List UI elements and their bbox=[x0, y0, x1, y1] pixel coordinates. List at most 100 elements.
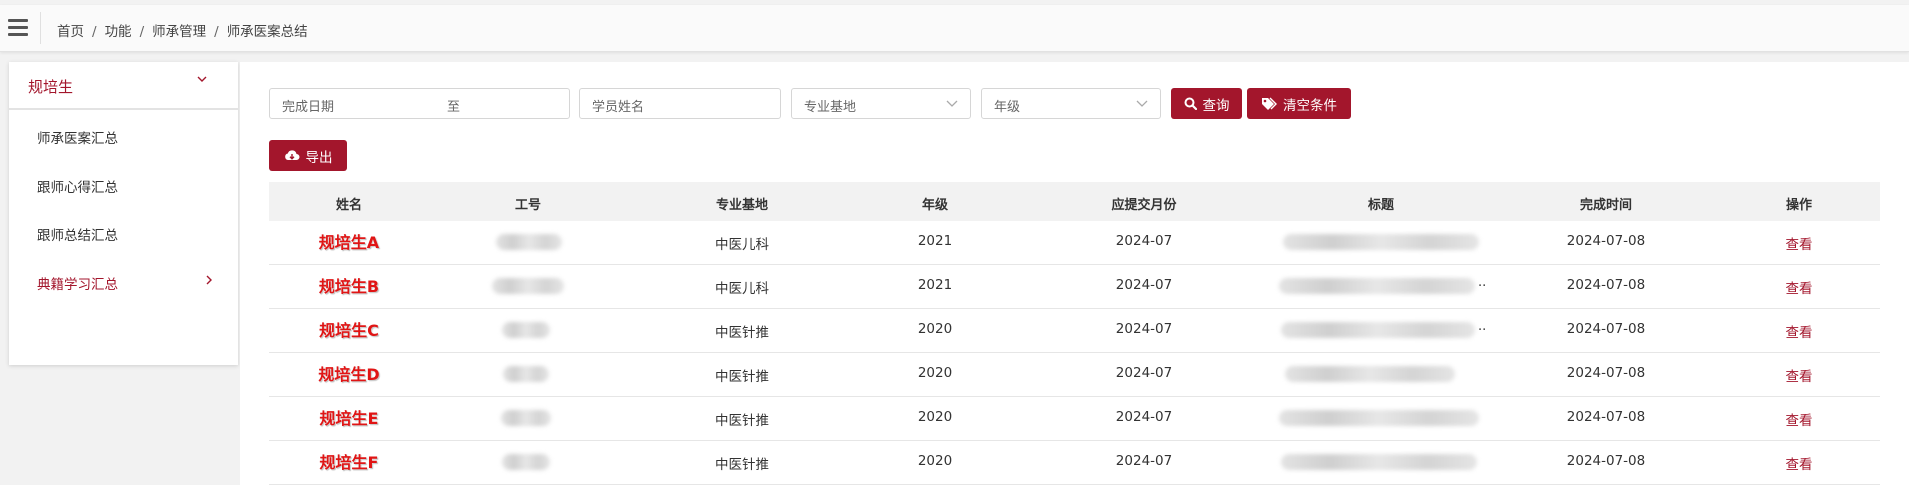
sidebar-item-label: 跟师心得汇总 bbox=[37, 180, 118, 196]
table-row: 规培生F 中医针推 2020 2024-07 2024-07-08 查看 bbox=[269, 441, 1880, 485]
sidebar-section-header[interactable]: 规培生 bbox=[9, 62, 238, 110]
cell-grade: 2020 bbox=[917, 365, 953, 381]
sidebar-section-title: 规培生 bbox=[28, 78, 74, 96]
breadcrumb-mentorship[interactable]: 师承管理 bbox=[152, 24, 206, 40]
cell-due-month: 2024-07 bbox=[1115, 453, 1173, 469]
student-name: 规培生D bbox=[318, 365, 380, 384]
student-name: 规培生B bbox=[318, 277, 380, 296]
student-name: 规培生E bbox=[319, 409, 379, 428]
export-button[interactable]: 导出 bbox=[269, 140, 347, 171]
sidebar-item-experience-summary[interactable]: 跟师心得汇总 bbox=[37, 176, 118, 196]
cell-base: 中医儿科 bbox=[715, 281, 769, 297]
view-link[interactable]: 查看 bbox=[1786, 321, 1813, 341]
ellipsis: .. bbox=[1478, 275, 1487, 290]
ellipsis: .. bbox=[1478, 319, 1487, 334]
cell-grade: 2021 bbox=[917, 277, 953, 293]
sidebar-item-classics-summary[interactable]: 典籍学习汇总 bbox=[37, 273, 212, 293]
cell-completed: 2024-07-08 bbox=[1566, 453, 1646, 469]
cell-completed: 2024-07-08 bbox=[1566, 365, 1646, 381]
view-link[interactable]: 查看 bbox=[1786, 233, 1813, 253]
cell-completed: 2024-07-08 bbox=[1566, 277, 1646, 293]
table-header: 姓名 工号 专业基地 年级 应提交月份 标题 完成时间 操作 bbox=[269, 182, 1880, 221]
table-row: 规培生E 中医针推 2020 2024-07 2024-07-08 查看 bbox=[269, 397, 1880, 441]
menu-icon[interactable] bbox=[8, 19, 28, 37]
table-row: 规培生A 中医儿科 2021 2024-07 2024-07-08 查看 bbox=[269, 221, 1880, 265]
sidebar-item-case-summary[interactable]: 师承医案汇总 bbox=[37, 127, 118, 147]
clear-conditions-button[interactable]: 清空条件 bbox=[1247, 88, 1351, 119]
chevron-down-icon bbox=[1136, 91, 1148, 119]
cell-grade: 2020 bbox=[917, 321, 953, 337]
redacted-title bbox=[1283, 234, 1479, 250]
date-range-input[interactable]: 完成日期 至 bbox=[269, 88, 570, 119]
redacted-title bbox=[1281, 454, 1477, 470]
student-name: 规培生C bbox=[319, 321, 379, 340]
top-bar: 首页 / 功能 / 师承管理 / 师承医案总结 bbox=[0, 5, 1909, 52]
student-name-placeholder: 学员姓名 bbox=[592, 100, 645, 115]
base-select[interactable]: 专业基地 bbox=[791, 88, 971, 119]
column-header-action: 操作 bbox=[1785, 198, 1813, 213]
cloud-download-icon bbox=[284, 149, 300, 162]
cell-grade: 2021 bbox=[917, 233, 953, 249]
column-header-name: 姓名 bbox=[335, 198, 363, 213]
column-header-base: 专业基地 bbox=[715, 198, 769, 213]
breadcrumb-home[interactable]: 首页 bbox=[57, 24, 84, 40]
column-header-due-month: 应提交月份 bbox=[1111, 198, 1177, 213]
redacted-title bbox=[1279, 278, 1475, 294]
cell-base: 中医针推 bbox=[715, 325, 769, 341]
breadcrumb-separator: / bbox=[139, 24, 145, 40]
cell-completed: 2024-07-08 bbox=[1566, 409, 1646, 425]
cell-base: 中医针推 bbox=[715, 457, 769, 473]
grade-select[interactable]: 年级 bbox=[981, 88, 1161, 119]
base-select-placeholder: 专业基地 bbox=[804, 100, 857, 115]
search-icon bbox=[1184, 97, 1197, 110]
cell-due-month: 2024-07 bbox=[1115, 321, 1173, 337]
clear-button-label: 清空条件 bbox=[1283, 97, 1337, 114]
date-range-label: 完成日期 bbox=[282, 100, 335, 115]
redacted-title bbox=[1281, 322, 1475, 338]
redacted-title bbox=[1279, 410, 1479, 426]
view-link[interactable]: 查看 bbox=[1786, 409, 1813, 429]
column-header-title: 标题 bbox=[1367, 198, 1395, 213]
tag-icon bbox=[1261, 97, 1277, 111]
cell-due-month: 2024-07 bbox=[1115, 233, 1173, 249]
chevron-down-icon bbox=[196, 73, 208, 89]
sidebar: 规培生 师承医案汇总 跟师心得汇总 跟师总结汇总 典籍学习汇总 bbox=[9, 62, 238, 365]
main-panel: 完成日期 至 学员姓名 专业基地 年级 查询 清空条件 导出 姓名 工号 专业基… bbox=[240, 62, 1909, 485]
breadcrumb-separator: / bbox=[92, 24, 97, 40]
cell-base: 中医针推 bbox=[715, 413, 769, 429]
cell-completed: 2024-07-08 bbox=[1566, 233, 1646, 249]
divider bbox=[40, 12, 41, 44]
table-row: 规培生C 中医针推 2020 2024-07 .. 2024-07-08 查看 bbox=[269, 309, 1880, 353]
breadcrumb-current: 师承医案总结 bbox=[226, 24, 308, 40]
cell-grade: 2020 bbox=[917, 453, 953, 469]
redacted-id bbox=[503, 366, 549, 382]
redacted-id bbox=[496, 234, 562, 250]
cell-due-month: 2024-07 bbox=[1115, 409, 1173, 425]
cell-base: 中医针推 bbox=[715, 369, 769, 385]
student-name: 规培生F bbox=[319, 453, 379, 472]
date-range-to: 至 bbox=[447, 100, 461, 115]
cell-completed: 2024-07-08 bbox=[1566, 321, 1646, 337]
chevron-down-icon bbox=[946, 91, 958, 119]
redacted-id bbox=[502, 454, 550, 470]
cell-base: 中医儿科 bbox=[715, 237, 769, 253]
sidebar-item-label: 典籍学习汇总 bbox=[37, 277, 118, 293]
cell-grade: 2020 bbox=[917, 409, 953, 425]
redacted-title bbox=[1285, 366, 1455, 382]
search-button[interactable]: 查询 bbox=[1171, 88, 1242, 119]
grade-select-placeholder: 年级 bbox=[994, 100, 1021, 115]
view-link[interactable]: 查看 bbox=[1786, 453, 1813, 473]
cell-due-month: 2024-07 bbox=[1115, 365, 1173, 381]
table-row: 规培生B 中医儿科 2021 2024-07 .. 2024-07-08 查看 bbox=[269, 265, 1880, 309]
breadcrumb-function[interactable]: 功能 bbox=[105, 24, 132, 40]
sidebar-item-label: 师承医案汇总 bbox=[37, 131, 118, 147]
breadcrumb-separator: / bbox=[214, 24, 219, 40]
sidebar-item-conclusion-summary[interactable]: 跟师总结汇总 bbox=[37, 224, 118, 244]
view-link[interactable]: 查看 bbox=[1786, 365, 1813, 385]
sidebar-item-label: 跟师总结汇总 bbox=[37, 228, 118, 244]
column-header-grade: 年级 bbox=[921, 198, 949, 213]
student-name-input[interactable]: 学员姓名 bbox=[579, 88, 781, 119]
column-header-completed: 完成时间 bbox=[1579, 198, 1633, 213]
redacted-id bbox=[492, 278, 564, 294]
view-link[interactable]: 查看 bbox=[1786, 277, 1813, 297]
